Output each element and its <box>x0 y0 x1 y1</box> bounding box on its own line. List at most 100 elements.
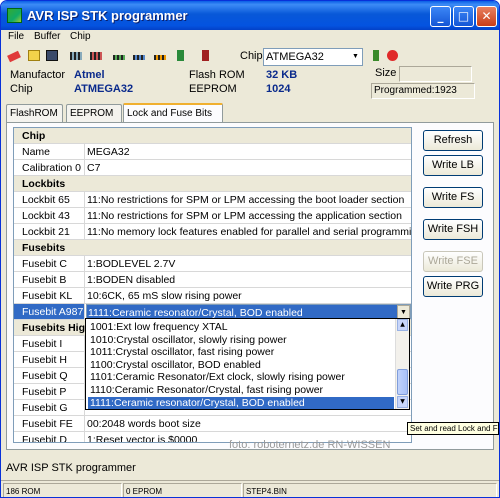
property-value[interactable]: 11:No restrictions for SPM or LPM access… <box>86 192 411 207</box>
window-title: AVR ISP STK programmer <box>27 8 188 23</box>
grid-row[interactable]: Lockbit 21 11:No memory lock features ena… <box>14 224 411 240</box>
chevron-down-icon[interactable]: ▼ <box>397 305 410 318</box>
save-button[interactable] <box>43 48 61 64</box>
dropdown-option[interactable]: 1100:Crystal oscillator, BOD enabled <box>88 359 394 372</box>
dropdown-option[interactable]: 1111:Ceramic resonator/Crystal, BOD enab… <box>88 396 394 409</box>
chevron-down-icon[interactable]: ▼ <box>349 49 362 65</box>
manufactor-value: Atmel <box>74 69 105 81</box>
lock-bits-button[interactable] <box>151 48 169 64</box>
property-name: Fusebit H <box>14 352 85 367</box>
grid-row[interactable]: Fusebit KL 10:6CK, 65 mS slow rising powe… <box>14 288 411 304</box>
flashrom-label: Flash ROM <box>189 69 245 81</box>
grid-row[interactable]: Lockbit 43 11:No restrictions for SPM or … <box>14 208 411 224</box>
property-value[interactable]: 00:2048 words boot size <box>86 416 411 431</box>
property-value-text: 11:No restrictions for SPM or LPM access… <box>87 194 405 206</box>
chip-write-icon <box>90 52 102 60</box>
write-fse-button[interactable]: Write FSE <box>423 251 483 272</box>
grid-row[interactable]: Lockbit 65 11:No restrictions for SPM or … <box>14 192 411 208</box>
blank-check-button[interactable] <box>130 48 148 64</box>
title-bar[interactable]: AVR ISP STK programmer _ □ ✕ <box>1 1 499 30</box>
chip-select-label: Chip <box>240 50 263 62</box>
grid-row[interactable]: Calibration 0 C7 <box>14 160 411 176</box>
property-value[interactable]: 1:BODLEVEL 2.7V <box>86 256 411 271</box>
grid-section-header: Fusebits <box>14 240 411 256</box>
grid-row[interactable]: Fusebit FE 00:2048 words boot size <box>14 416 411 432</box>
property-name: Fusebit I <box>14 336 85 351</box>
tab-flashrom[interactable]: FlashROM <box>6 104 63 123</box>
grid-row[interactable]: Fusebit C 1:BODLEVEL 2.7V <box>14 256 411 272</box>
grid-section-header: Lockbits <box>14 176 411 192</box>
property-name: Lockbit 21 <box>14 224 85 239</box>
green-chip-button[interactable] <box>172 48 190 64</box>
dropdown-option[interactable]: 1110:Ceramic Resonator/Crystal, fast ris… <box>88 384 394 397</box>
write-prg-button[interactable]: Write PRG <box>423 276 483 297</box>
verify-button[interactable] <box>110 48 128 64</box>
open-button[interactable] <box>25 48 43 64</box>
red-chip-button[interactable] <box>197 48 215 64</box>
scroll-thumb[interactable] <box>397 369 408 395</box>
green-chip-icon <box>177 50 184 61</box>
close-button[interactable]: ✕ <box>476 6 497 27</box>
minimize-button[interactable]: _ <box>430 6 451 27</box>
chip-select-value: ATMEGA32 <box>266 51 324 63</box>
write-fs-button[interactable]: Write FS <box>423 187 483 208</box>
status-message: AVR ISP STK programmer <box>6 462 136 474</box>
eeprom-value: 1024 <box>266 83 291 95</box>
property-value[interactable]: MEGA32 <box>86 144 411 159</box>
dropdown-option[interactable]: 1001:Ext low frequency XTAL <box>88 321 394 334</box>
plug-icon <box>373 50 379 61</box>
tab-eeprom[interactable]: EEPROM <box>66 104 122 123</box>
chip-lock-icon <box>154 55 166 60</box>
stop-button[interactable] <box>384 48 402 64</box>
property-value-text: C7 <box>87 162 101 174</box>
programmed-count: Programmed:1923 <box>371 83 475 99</box>
main-window: AVR ISP STK programmer _ □ ✕ File Buffer… <box>0 0 500 498</box>
grid-row[interactable]: Fusebit B 1:BODEN disabled <box>14 272 411 288</box>
erase-button[interactable] <box>5 48 23 64</box>
dropdown-option[interactable]: 1101:Ceramic Resonator/Ext clock, slowly… <box>88 371 394 384</box>
write-chip-button[interactable] <box>87 48 105 64</box>
property-name: Name <box>14 144 85 159</box>
menu-file[interactable]: File <box>8 31 24 42</box>
maximize-button[interactable]: □ <box>453 6 474 27</box>
app-icon <box>7 8 22 23</box>
dropdown-scrollbar[interactable]: ▲ ▼ <box>395 319 409 409</box>
property-name: Fusebit B <box>14 272 85 287</box>
chip-blank-icon <box>133 55 145 60</box>
tab-lock-fuse-bits[interactable]: Lock and Fuse Bits <box>123 103 223 124</box>
stop-icon <box>387 50 398 61</box>
property-value[interactable]: 10:6CK, 65 mS slow rising power <box>86 288 411 303</box>
toolbar: Chip ATMEGA32 ▼ <box>1 46 499 68</box>
property-value-text: 1:Reset vector is $0000 <box>87 434 198 443</box>
scroll-down-icon[interactable]: ▼ <box>397 396 408 408</box>
refresh-button[interactable]: Refresh <box>423 130 483 151</box>
property-value-text: 1:BODEN disabled <box>87 274 176 286</box>
property-value[interactable]: 11:No restrictions for SPM or LPM access… <box>86 208 411 223</box>
property-value[interactable]: 1:BODEN disabled <box>86 272 411 287</box>
property-name: Fusebit Q <box>14 368 85 383</box>
write-fsh-button[interactable]: Write FSH <box>423 219 483 240</box>
dropdown-option[interactable]: 1010:Crystal oscillator, slowly rising p… <box>88 334 394 347</box>
dropdown-option[interactable]: 1011:Crystal oscillator, fast rising pow… <box>88 346 394 359</box>
property-name: Fusebit P <box>14 384 85 399</box>
tooltip: Set and read Lock and Fuse bits <box>407 422 499 435</box>
property-name: Fusebit FE <box>14 416 85 431</box>
property-name: Fusebit G <box>14 400 85 415</box>
chip-value: ATMEGA32 <box>74 83 134 95</box>
menu-bar: File Buffer Chip <box>1 30 499 46</box>
chip-select[interactable]: ATMEGA32 ▼ <box>263 48 363 66</box>
grid-row[interactable]: Name MEGA32 <box>14 144 411 160</box>
write-lb-button[interactable]: Write LB <box>423 155 483 176</box>
property-value-editor[interactable]: 1111:Ceramic resonator/Crystal, BOD enab… <box>86 304 411 319</box>
scroll-up-icon[interactable]: ▲ <box>397 319 408 331</box>
menu-buffer[interactable]: Buffer <box>34 31 61 42</box>
property-name: Fusebit D <box>14 432 85 442</box>
chip-verify-icon <box>113 55 125 60</box>
property-value[interactable]: C7 <box>86 160 411 175</box>
read-chip-button[interactable] <box>67 48 85 64</box>
menu-chip[interactable]: Chip <box>70 31 91 42</box>
fuse-option-dropdown[interactable]: ▲ ▼ 1001:Ext low frequency XTAL 1010:Crys… <box>85 318 410 410</box>
connect-button[interactable] <box>367 48 385 64</box>
property-value[interactable]: 11:No memory lock features enabled for p… <box>86 224 411 239</box>
property-value-text: 11:No restrictions for SPM or LPM access… <box>87 210 402 222</box>
